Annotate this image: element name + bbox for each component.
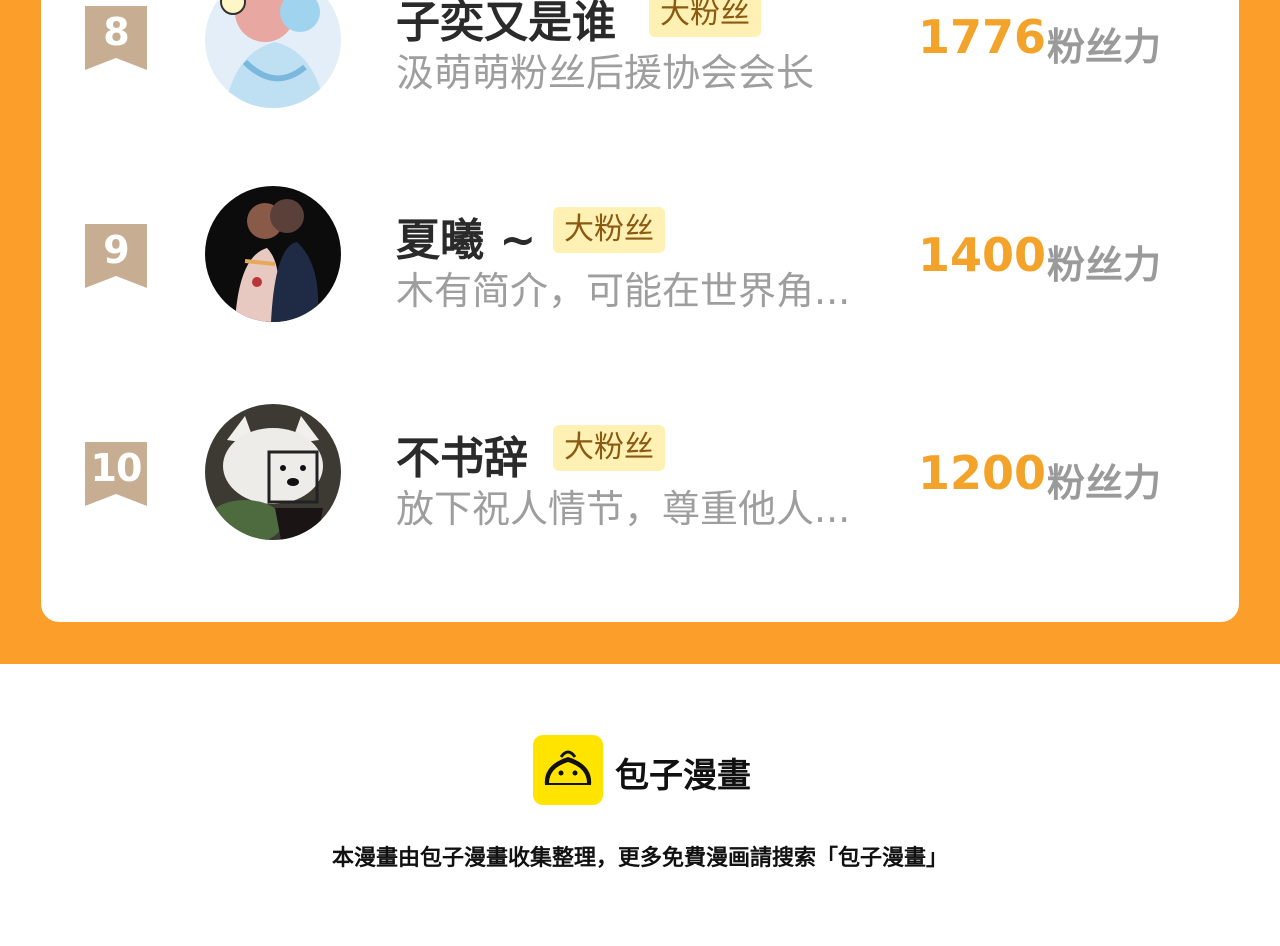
rank-number: 10 bbox=[90, 446, 143, 490]
fan-score: 1400 bbox=[918, 228, 1047, 282]
fan-score-unit: 粉丝力 bbox=[1047, 243, 1162, 287]
bun-logo-icon[interactable] bbox=[533, 735, 603, 805]
couple-avatar-icon[interactable] bbox=[205, 186, 341, 322]
fan-level-badge: 大粉丝 bbox=[649, 0, 761, 37]
user-description: 木有简介，可能在世界角... bbox=[396, 269, 851, 313]
ranking-row[interactable]: 10 不书辞 大粉丝 放下祝人情节，尊重他人... 1200 粉丝力 bbox=[0, 396, 1280, 556]
dog-avatar-icon[interactable] bbox=[205, 404, 341, 540]
fan-score-unit: 粉丝力 bbox=[1047, 461, 1162, 505]
fan-score: 1776 bbox=[918, 10, 1047, 64]
fan-level-badge: 大粉丝 bbox=[553, 207, 665, 253]
user-description: 放下祝人情节，尊重他人... bbox=[396, 487, 851, 531]
fan-score: 1200 bbox=[918, 446, 1047, 500]
fan-score-unit: 粉丝力 bbox=[1047, 25, 1162, 69]
user-description: 汲萌萌粉丝后援协会会长 bbox=[396, 51, 815, 95]
rank-badge: 10 bbox=[85, 442, 147, 506]
ranking-row[interactable]: 9 夏曦 ~ 大粉丝 木有简介，可能在世界角... 1400 粉丝力 bbox=[0, 178, 1280, 338]
brand-name[interactable]: 包子漫畫 bbox=[615, 748, 751, 797]
rank-number: 9 bbox=[103, 228, 129, 272]
rank-badge: 8 bbox=[85, 6, 147, 70]
rank-badge: 9 bbox=[85, 224, 147, 288]
ranking-row[interactable]: 8 子奕又是谁 大粉丝 汲萌萌粉丝后援协会会长 1776 粉丝力 bbox=[0, 0, 1280, 120]
fan-level-badge: 大粉丝 bbox=[553, 425, 665, 471]
user-name[interactable]: 夏曦 ~ bbox=[396, 204, 536, 268]
rank-number: 8 bbox=[103, 10, 129, 54]
footer-note: 本漫畫由包子漫畫收集整理，更多免費漫画請搜索「包子漫畫」 bbox=[331, 846, 948, 871]
user-name[interactable]: 不书辞 bbox=[396, 422, 528, 486]
anime-avatar-icon[interactable] bbox=[205, 0, 341, 108]
